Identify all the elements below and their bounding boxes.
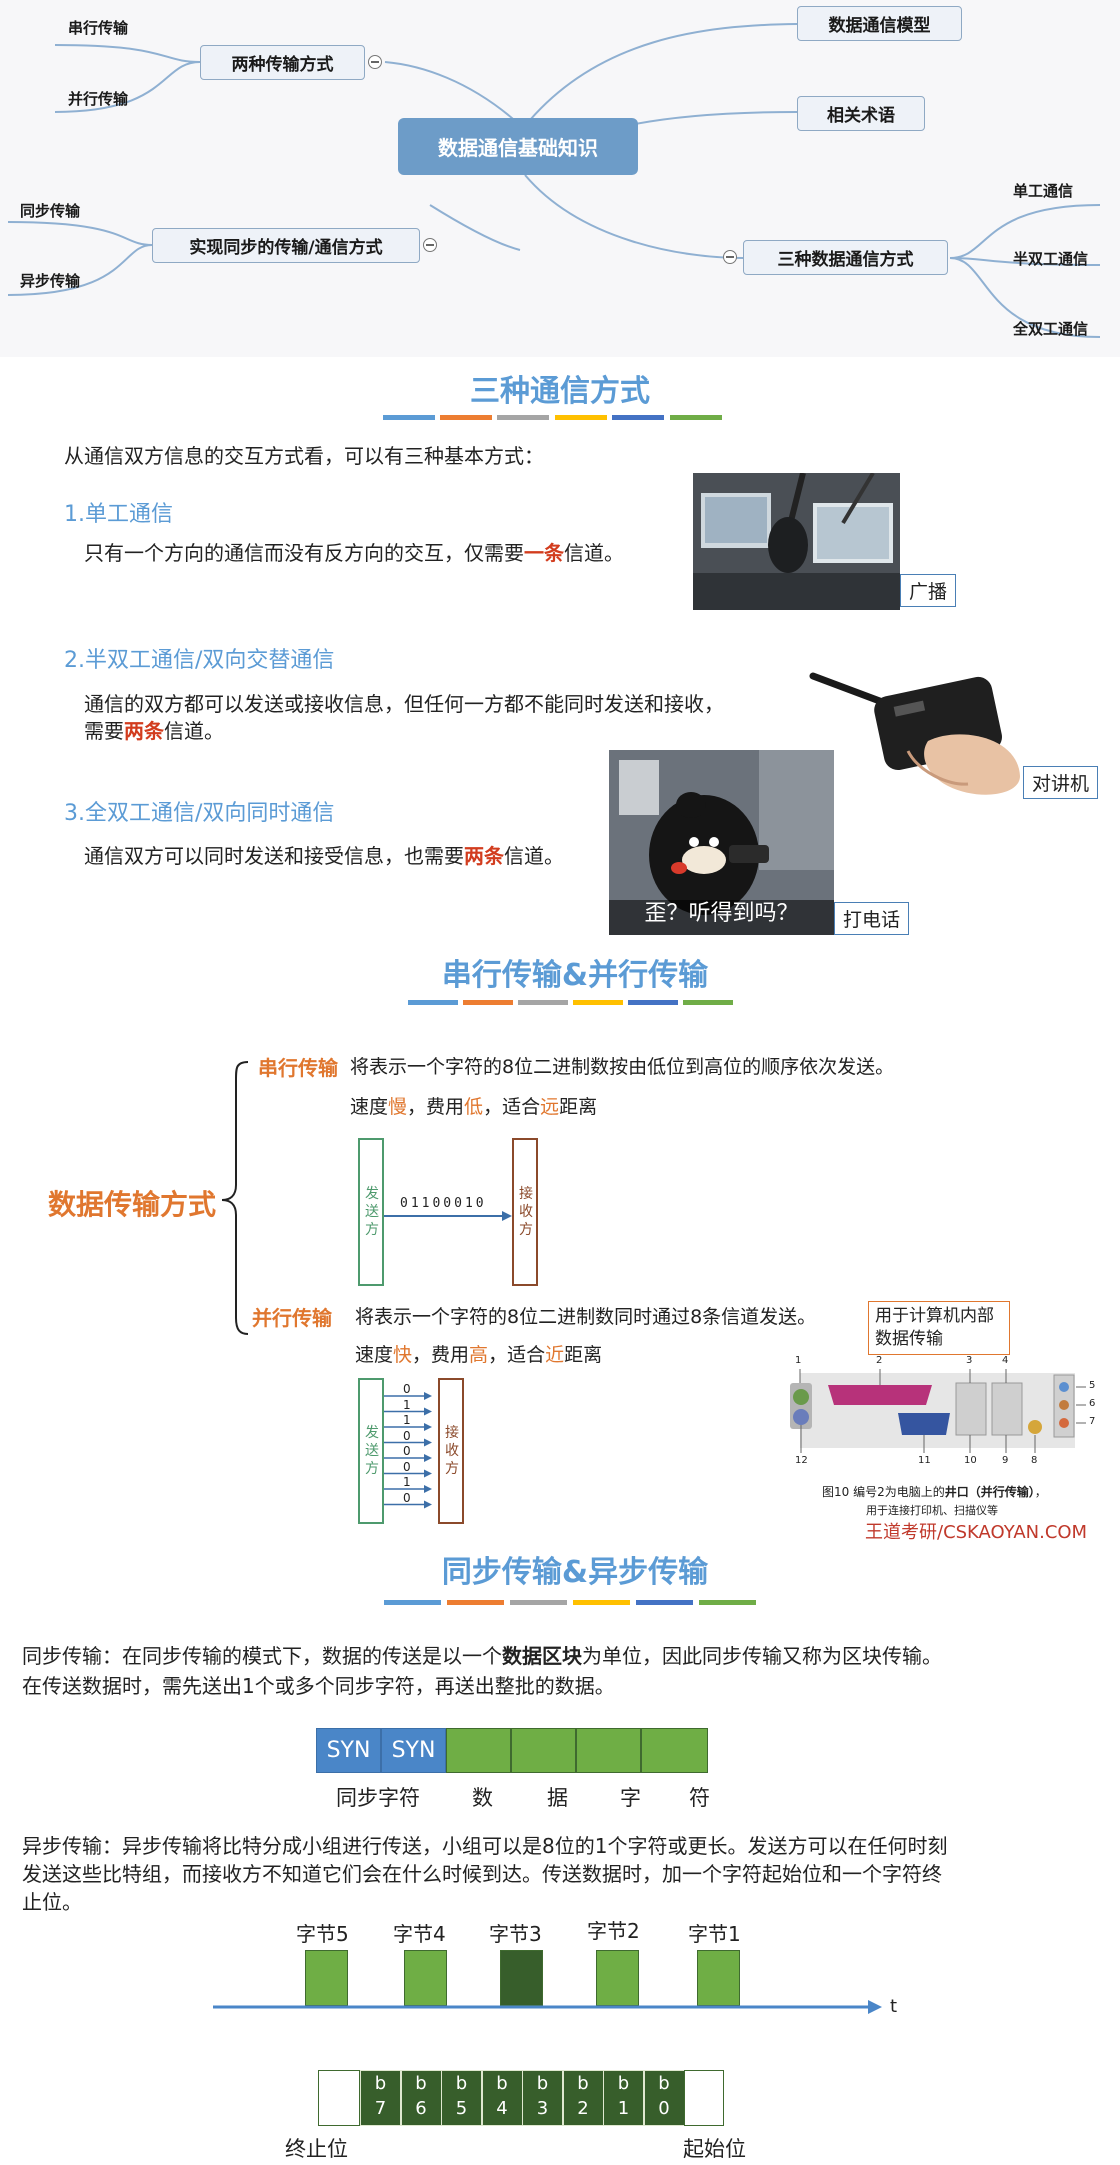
bit-cell: b6 [400,2070,442,2126]
bit-index: 6 [415,2098,427,2119]
bit-letter: b [658,2073,670,2094]
bit-index: 2 [577,2098,589,2119]
time-axis-label: t [890,1996,898,2017]
bit-cell: b5 [441,2070,482,2126]
time-axis [213,2000,882,2014]
bit-index: 3 [536,2098,549,2119]
bit-letter: b [374,2073,387,2094]
bit-cell: b7 [360,2070,401,2126]
bit-index: 4 [496,2098,508,2119]
bit-letter: b [496,2073,508,2094]
bit-cell: b4 [481,2070,523,2126]
bit-letter: b [455,2073,468,2094]
start-bit-label: 起始位 [683,2137,746,2161]
start-bit-cell [684,2070,724,2126]
bit-cell: b0 [643,2070,685,2126]
bit-letter: b [577,2073,589,2094]
stop-bit-cell [318,2070,360,2126]
bit-letter: b [617,2073,630,2094]
bit-cell: b1 [603,2070,644,2126]
bit-index: 7 [374,2098,387,2119]
bit-cell: b2 [562,2070,604,2126]
bit-cell: b3 [522,2070,563,2126]
bit-index: 5 [455,2098,468,2119]
bit-letter: b [415,2073,427,2094]
bit-index: 1 [617,2098,630,2119]
stop-bit-label: 终止位 [285,2137,348,2161]
bit-letter: b [536,2073,549,2094]
bit-index: 0 [658,2098,670,2119]
